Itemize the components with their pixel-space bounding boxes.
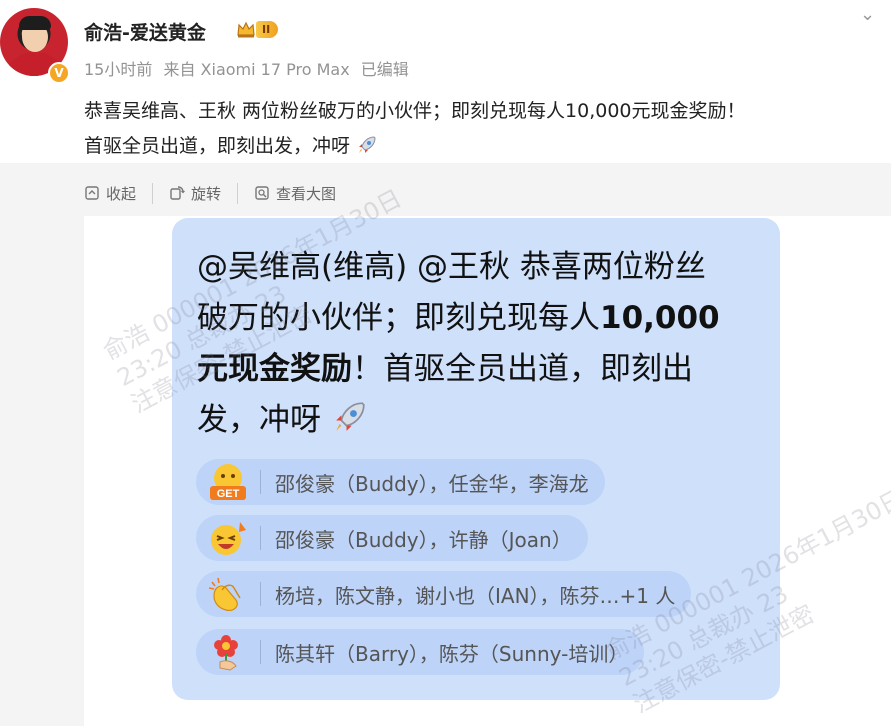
reaction-pill[interactable]: 邵俊豪（Buddy），许静（Joan） [196,515,588,561]
card-line3b: ！首驱全员出道，即刻出 [352,351,693,387]
card-line4-text: 发，冲呀 [197,402,321,438]
svg-text:GET: GET [217,488,240,500]
reaction-names: 邵俊豪（Buddy），许静（Joan） [275,527,572,552]
view-large-icon [255,186,269,200]
divider [260,526,261,550]
reaction-pill[interactable]: GET 邵俊豪（Buddy），任金华，李海龙 [196,459,605,505]
card-line3a: 元现金奖励 [197,351,352,387]
verified-badge-icon: V [48,62,70,84]
image-toolbar: 收起 旋转 查看大图 [84,180,352,206]
reaction-pill[interactable]: 杨培，陈文静，谢小也（IAN），陈芬…+1 人 [196,571,692,617]
post-time[interactable]: 15小时前 [84,60,152,79]
post-text-line2: 首驱全员出道，即刻出发，冲呀 [84,135,351,157]
avatar-hair [19,16,51,30]
reaction-names: 杨培，陈文静，谢小也（IAN），陈芬…+1 人 [275,583,676,608]
username[interactable]: 俞浩-爱送黄金 [84,18,206,45]
rotate-icon [170,186,185,200]
clapping-hands-icon [208,577,241,611]
laughing-emoji-icon [211,522,246,555]
divider [260,582,261,606]
card-line1: @吴维高(维高) @王秋 恭喜两位粉丝 [197,249,706,285]
card-line4: 发，冲呀 [197,395,767,446]
card-line2: 破万的小伙伴；即刻兑现每人10,000 [197,293,767,344]
flower-emoji-icon [214,635,238,671]
view-large-button[interactable]: 查看大图 [237,182,352,204]
rocket-icon [336,402,365,431]
view-large-label: 查看大图 [276,184,337,203]
card-text: @吴维高(维高) @王秋 恭喜两位粉丝 破万的小伙伴；即刻兑现每人10,000 … [197,242,767,446]
reaction-names: 陈其轩（Barry），陈芬（Sunny-培训） [275,641,629,666]
collapse-button[interactable]: 收起 [84,183,152,204]
get-emoji-icon: GET [210,464,246,500]
edited-label[interactable]: 已编辑 [361,60,409,79]
reaction-names: 邵俊豪（Buddy），任金华，李海龙 [275,471,589,496]
level-badge: II [256,21,279,38]
post-source: 来自 Xiaomi 17 Pro Max [163,60,350,79]
card-line3: 元现金奖励！首驱全员出道，即刻出 [197,344,767,395]
post-text: 恭喜吴维高、王秋 两位粉丝破万的小伙伴；即刻兑现每人10,000元现金奖励！ 首… [84,94,884,164]
divider [260,470,261,494]
card-line2a: 破万的小伙伴；即刻兑现每人 [197,300,600,336]
collapse-label: 收起 [106,184,137,203]
post-text-line2-wrap: 首驱全员出道，即刻出发，冲呀 [84,129,884,164]
rocket-icon [359,136,376,153]
reaction-pill[interactable]: 陈其轩（Barry），陈芬（Sunny-培训） [196,629,645,675]
post-meta: 15小时前 来自 Xiaomi 17 Pro Max 已编辑 [84,56,415,80]
chevron-down-icon[interactable]: ⌄ [860,4,890,26]
post-text-line1: 恭喜吴维高、王秋 两位粉丝破万的小伙伴；即刻兑现每人10,000元现金奖励！ [84,100,746,122]
collapse-icon [85,186,99,200]
card-line2b: 10,000 [600,300,720,336]
rotate-label: 旋转 [191,184,222,203]
rotate-button[interactable]: 旋转 [152,182,237,204]
divider [260,640,261,664]
crown-icon [237,21,255,38]
